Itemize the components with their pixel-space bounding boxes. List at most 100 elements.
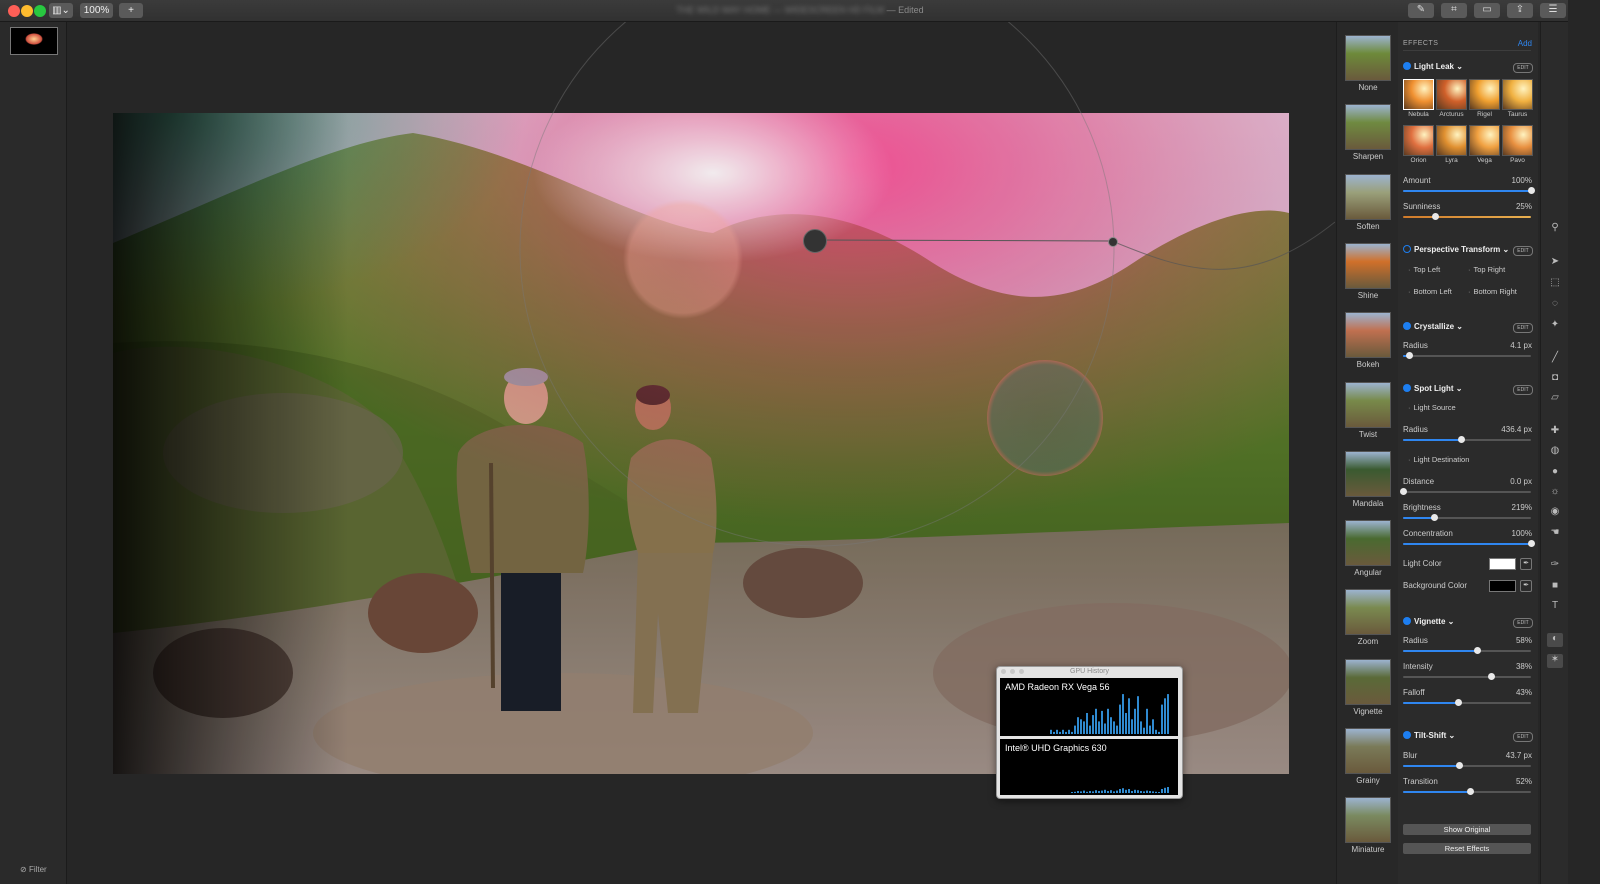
star-tool-icon[interactable]: ✶ xyxy=(1547,654,1563,668)
slider-knob[interactable] xyxy=(1406,352,1414,359)
sunniness-slider[interactable] xyxy=(1403,213,1531,220)
crop-toolbar-button[interactable]: ⌗ xyxy=(1441,3,1467,18)
checkmark-icon[interactable] xyxy=(1403,245,1411,253)
slider-knob[interactable] xyxy=(1474,647,1482,654)
light-leak-preset-nebula[interactable]: Nebula xyxy=(1403,79,1434,118)
layer-thumbnail[interactable] xyxy=(10,27,58,55)
slider-knob[interactable] xyxy=(1400,488,1407,495)
spot-radius-slider[interactable] xyxy=(1403,436,1531,443)
brush-icon[interactable]: ╱ xyxy=(1549,352,1561,364)
light-leak-preset-lyra[interactable]: Lyra xyxy=(1436,125,1467,164)
slider-knob[interactable] xyxy=(1528,540,1535,547)
effect-preset-soften[interactable]: Soften xyxy=(1345,173,1391,231)
slider-knob[interactable] xyxy=(1456,762,1464,769)
light-color-picker-button[interactable]: ✒ xyxy=(1520,558,1532,570)
concentration-slider[interactable] xyxy=(1403,540,1535,547)
checkmark-icon[interactable] xyxy=(1403,62,1411,70)
text-tool-icon[interactable]: T xyxy=(1549,600,1561,612)
light-leak-preset-orion[interactable]: Orion xyxy=(1403,125,1434,164)
clone-icon[interactable]: ◍ xyxy=(1549,445,1561,457)
reset-effects-button[interactable]: Reset Effects xyxy=(1403,843,1531,854)
checkmark-icon[interactable] xyxy=(1403,617,1411,625)
rect-select-icon[interactable]: ⬚ xyxy=(1549,277,1561,289)
perspective-transform-header[interactable]: Perspective Transform ⌄ xyxy=(1403,245,1509,254)
light-destination-point[interactable]: Light Destination xyxy=(1408,455,1470,464)
show-original-button[interactable]: Show Original xyxy=(1403,824,1531,835)
arrow-select-icon[interactable]: ➤ xyxy=(1549,256,1561,268)
sponge-icon[interactable]: ◉ xyxy=(1549,506,1561,518)
blur-tool-icon[interactable]: ● xyxy=(1549,466,1561,478)
tilt-shift-header[interactable]: Tilt-Shift ⌄ xyxy=(1403,731,1455,740)
slider-knob[interactable] xyxy=(1455,699,1463,706)
light-leak-edit-button[interactable]: EDIT xyxy=(1513,63,1533,73)
tilt-shift-edit-button[interactable]: EDIT xyxy=(1513,732,1533,742)
gpu-history-window[interactable]: GPU History AMD Radeon RX Vega 56 Intel®… xyxy=(996,666,1183,799)
smudge-icon[interactable]: ☚ xyxy=(1549,527,1561,539)
spot-light-header[interactable]: Spot Light ⌄ xyxy=(1403,384,1462,393)
light-leak-preset-vega[interactable]: Vega xyxy=(1469,125,1500,164)
effect-preset-bokeh[interactable]: Bokeh xyxy=(1345,312,1391,369)
vignette-radius-slider[interactable] xyxy=(1403,647,1531,654)
document-toolbar-button[interactable]: ▭ xyxy=(1474,3,1500,18)
light-leak-center-handle[interactable] xyxy=(803,229,827,253)
light-source-point[interactable]: Light Source xyxy=(1408,403,1456,412)
slider-knob[interactable] xyxy=(1528,187,1535,194)
light-color-well[interactable] xyxy=(1489,558,1516,570)
bottom-left-point[interactable]: Bottom Left xyxy=(1408,287,1452,296)
bucket-icon[interactable]: ◘ xyxy=(1549,372,1561,384)
checkmark-icon[interactable] xyxy=(1403,322,1411,330)
effect-preset-zoom[interactable]: Zoom xyxy=(1345,589,1391,646)
crystallize-edit-button[interactable]: EDIT xyxy=(1513,323,1533,333)
effect-preset-vignette[interactable]: Vignette xyxy=(1345,658,1391,716)
bandage-icon[interactable]: ✚ xyxy=(1549,425,1561,437)
distance-slider[interactable] xyxy=(1400,488,1531,495)
light-leak-preset-taurus[interactable]: Taurus xyxy=(1502,79,1533,118)
pen-tool-icon[interactable]: ✑ xyxy=(1549,559,1561,571)
effect-preset-sharpen[interactable]: Sharpen xyxy=(1345,104,1391,161)
effects-tool-icon[interactable]: ◐ xyxy=(1547,633,1563,647)
light-leak-direction-handle[interactable] xyxy=(1108,237,1118,247)
amount-slider[interactable] xyxy=(1403,187,1535,194)
vignette-edit-button[interactable]: EDIT xyxy=(1513,618,1533,628)
background-color-picker-button[interactable]: ✒ xyxy=(1520,580,1532,592)
light-leak-header[interactable]: Light Leak ⌄ xyxy=(1403,62,1463,71)
effect-preset-grainy[interactable]: Grainy xyxy=(1345,728,1391,785)
effect-preset-shine[interactable]: Shine xyxy=(1345,242,1391,300)
falloff-slider[interactable] xyxy=(1403,699,1531,706)
sidebar-toggle-button[interactable]: ☰ xyxy=(1540,3,1566,18)
light-leak-preset-pavo[interactable]: Pavo xyxy=(1502,125,1533,164)
effect-preset-none[interactable]: None xyxy=(1345,35,1391,92)
quick-select-icon[interactable]: ✦ xyxy=(1549,319,1561,331)
slider-knob[interactable] xyxy=(1432,213,1439,220)
lasso-icon[interactable]: ◌ xyxy=(1549,298,1561,310)
light-leak-preset-rigel[interactable]: Rigel xyxy=(1469,79,1500,118)
blur-slider[interactable] xyxy=(1403,762,1531,769)
effect-preset-mandala[interactable]: Mandala xyxy=(1345,450,1391,508)
slider-knob[interactable] xyxy=(1430,514,1438,521)
add-effect-button[interactable]: Add xyxy=(1518,39,1532,48)
filter-control[interactable]: ⊘ Filter xyxy=(20,865,47,874)
effect-preset-twist[interactable]: Twist xyxy=(1345,381,1391,439)
light-leak-preset-arcturus[interactable]: Arcturus xyxy=(1436,79,1467,118)
checkmark-icon[interactable] xyxy=(1403,384,1411,392)
top-right-point[interactable]: Top Right xyxy=(1468,265,1506,274)
shape-icon[interactable]: ■ xyxy=(1549,580,1561,592)
share-toolbar-button[interactable]: ⇪ xyxy=(1507,3,1533,18)
magic-wand-icon[interactable]: ⚲ xyxy=(1549,222,1561,234)
transition-slider[interactable] xyxy=(1403,788,1531,795)
vignette-header[interactable]: Vignette ⌄ xyxy=(1403,617,1454,626)
crystallize-radius-slider[interactable] xyxy=(1403,352,1531,359)
brightness-slider[interactable] xyxy=(1403,514,1531,521)
perspective-edit-button[interactable]: EDIT xyxy=(1513,246,1533,256)
annotate-toolbar-button[interactable]: ✎ xyxy=(1408,3,1434,18)
bottom-right-point[interactable]: Bottom Right xyxy=(1468,287,1517,296)
slider-knob[interactable] xyxy=(1488,673,1496,680)
spot-light-edit-button[interactable]: EDIT xyxy=(1513,385,1533,395)
slider-knob[interactable] xyxy=(1466,788,1474,795)
intensity-slider[interactable] xyxy=(1403,673,1531,680)
slider-knob[interactable] xyxy=(1457,436,1465,443)
top-left-point[interactable]: Top Left xyxy=(1408,265,1441,274)
checkmark-icon[interactable] xyxy=(1403,731,1411,739)
sun-icon[interactable]: ☼ xyxy=(1549,486,1561,498)
background-color-well[interactable] xyxy=(1489,580,1516,592)
